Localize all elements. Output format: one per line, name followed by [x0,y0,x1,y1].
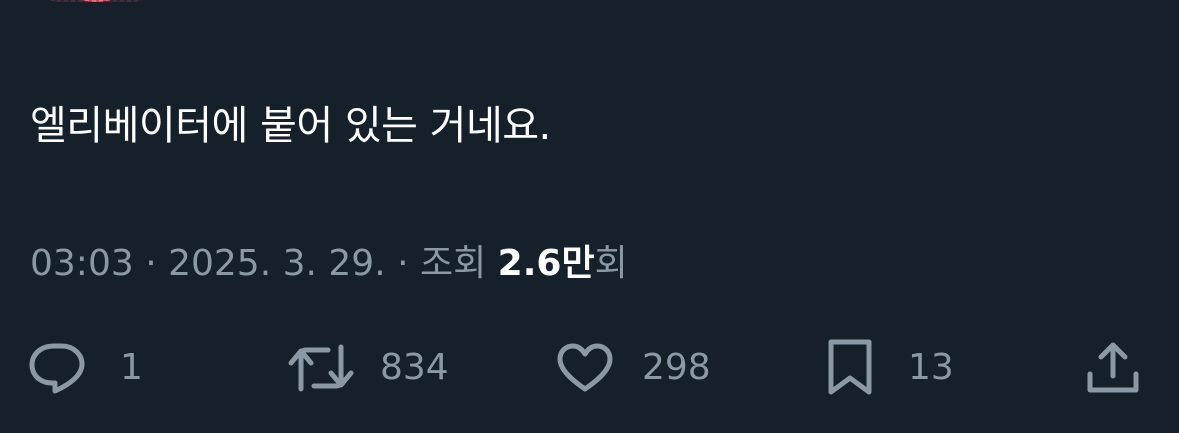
like-count: 298 [642,347,711,388]
avatar-border-pattern [40,0,152,2]
retweet-count: 834 [380,347,449,388]
share-button[interactable] [1085,338,1141,398]
bookmark-icon [828,339,872,395]
tweet-meta: 03:03 · 2025. 3. 29. · 조회 2.6만회 [30,240,628,288]
tweet-actions-bar: 1 834 298 13 [0,338,1179,398]
share-upload-icon [1087,342,1139,393]
bookmark-button[interactable]: 13 [826,338,954,398]
heart-icon [557,343,613,392]
meta-separator: · [133,243,169,284]
views-label: 조회 [419,243,498,284]
views-suffix: 회 [594,243,628,284]
reply-count: 1 [120,347,143,388]
reply-button[interactable]: 1 [28,338,143,398]
tweet-time[interactable]: 03:03 [30,243,134,284]
like-button[interactable]: 298 [556,338,711,398]
retweet-arrows-icon [288,344,354,392]
tweet-date[interactable]: 2025. 3. 29. [168,243,386,284]
avatar[interactable] [40,0,152,2]
reply-bubble-icon [29,343,85,394]
tweet-text: 엘리베이터에 붙어 있는 거네요. [30,103,551,149]
views-count[interactable]: 2.6만 [498,243,595,284]
retweet-button[interactable]: 834 [288,338,449,398]
meta-separator: · [385,243,420,284]
bookmark-count: 13 [908,347,954,388]
